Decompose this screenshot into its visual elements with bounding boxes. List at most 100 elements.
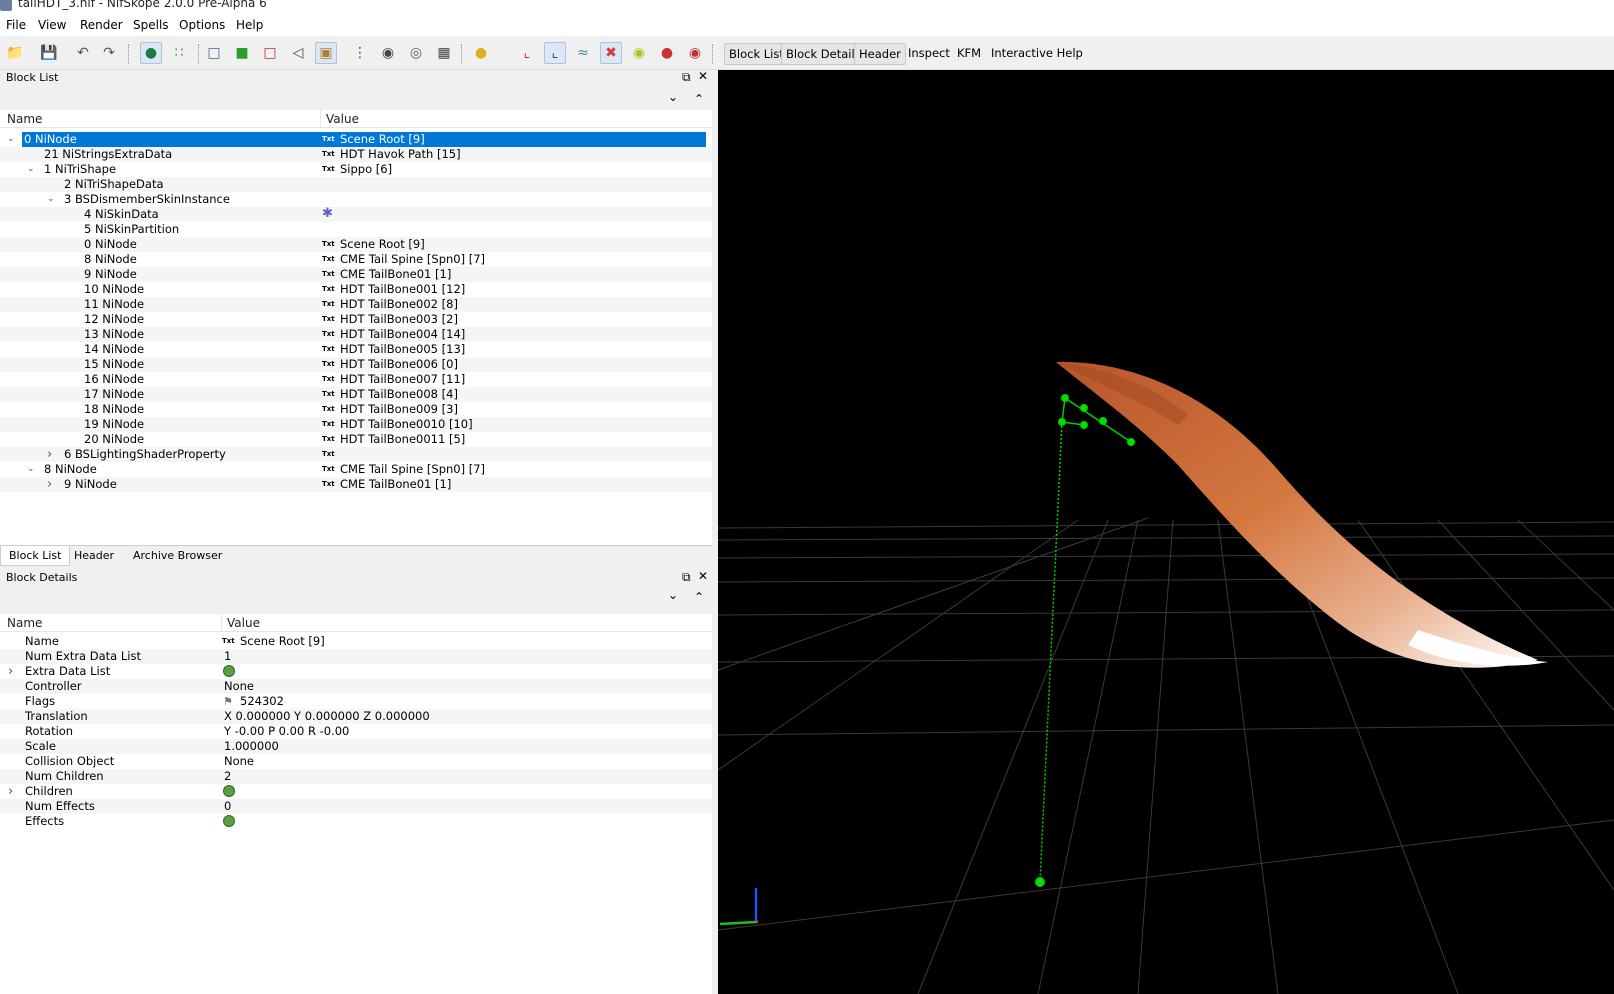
detail-row[interactable]: Scale 1.000000	[0, 739, 712, 754]
block-list-row[interactable]: 9 NiNode Txt CME TailBone01 [1]	[0, 267, 712, 282]
link-icon[interactable]	[223, 785, 235, 797]
expand-all-icon[interactable]: ⌄	[668, 90, 678, 104]
detail-value[interactable]: 2	[224, 769, 231, 784]
block-list-row[interactable]: ⌄ 0 NiNode Txt Scene Root [9]	[0, 132, 712, 147]
nodes-icon[interactable]: ⌞	[544, 42, 566, 64]
block-list-row[interactable]: 13 NiNode Txt HDT TailBone004 [14]	[0, 327, 712, 342]
detail-row[interactable]: Effects	[0, 814, 712, 829]
block-list-row[interactable]: 4 NiSkinData ✱	[0, 206, 712, 222]
close-icon[interactable]: ✕	[698, 569, 708, 583]
globe-icon[interactable]: ●	[140, 42, 162, 64]
block-list-row[interactable]: 20 NiNode Txt HDT TailBone0011 [5]	[0, 432, 712, 447]
menu-options[interactable]: Options	[179, 18, 225, 32]
block-list-row[interactable]: 0 NiNode Txt Scene Root [9]	[0, 237, 712, 252]
detail-value[interactable]: None	[224, 754, 254, 769]
toolbar-inspect-button[interactable]: Inspect	[904, 43, 954, 65]
expand-arrow-icon[interactable]: ›	[47, 447, 52, 462]
open-icon[interactable]: 📁	[4, 42, 26, 64]
detail-row[interactable]: Num Children 2	[0, 769, 712, 784]
detail-row[interactable]: Num Effects 0	[0, 799, 712, 814]
block-list-row[interactable]: 10 NiNode Txt HDT TailBone001 [12]	[0, 282, 712, 297]
skeleton-icon[interactable]: ≈	[572, 42, 594, 64]
block-list-row[interactable]: ⌄ 8 NiNode Txt CME Tail Spine [Spn0] [7]	[0, 462, 712, 477]
axes-icon[interactable]: ⌞	[516, 42, 538, 64]
block-list-row[interactable]: 17 NiNode Txt HDT TailBone008 [4]	[0, 387, 712, 402]
detail-row[interactable]: Translation X 0.000000 Y 0.000000 Z 0.000…	[0, 709, 712, 724]
render-viewport[interactable]	[718, 70, 1614, 994]
block-list-row[interactable]: 14 NiNode Txt HDT TailBone005 [13]	[0, 342, 712, 357]
expand-all-icon[interactable]: ⌄	[668, 588, 678, 602]
save-icon[interactable]: 💾	[38, 42, 60, 64]
cube-icon[interactable]: ▣	[315, 42, 337, 64]
screenshot-icon[interactable]: ▦	[433, 42, 455, 64]
block-list-row[interactable]: › 6 BSLightingShaderProperty Txt	[0, 447, 712, 462]
detail-value[interactable]: None	[224, 679, 254, 694]
select-icon[interactable]: ∷	[168, 42, 190, 64]
collapse-arrow-icon[interactable]: ⌄	[7, 132, 15, 147]
float-icon[interactable]: ⧉	[682, 570, 691, 585]
detail-value[interactable]: Y -0.00 P 0.00 R -0.00	[224, 724, 349, 739]
detail-row[interactable]: Flags ⚑ 524302	[0, 694, 712, 709]
float-icon[interactable]: ⧉	[682, 70, 691, 85]
toolbar-kfm-button[interactable]: KFM	[953, 43, 985, 65]
view-top-icon[interactable]: ■	[231, 42, 253, 64]
collapse-all-icon[interactable]: ⌃	[694, 590, 704, 604]
menu-file[interactable]: File	[6, 18, 26, 32]
collapse-arrow-icon[interactable]: ⌄	[47, 192, 55, 207]
expand-arrow-icon[interactable]: ›	[8, 664, 13, 679]
menu-render[interactable]: Render	[80, 18, 123, 32]
block-list-row[interactable]: 8 NiNode Txt CME Tail Spine [Spn0] [7]	[0, 252, 712, 267]
detail-value[interactable]: 0	[224, 799, 231, 814]
tab-header[interactable]: Header	[66, 546, 122, 566]
collapse-all-icon[interactable]: ⌃	[694, 92, 704, 106]
collapse-arrow-icon[interactable]: ⌄	[27, 462, 35, 477]
block-list-row[interactable]: ⌄ 3 BSDismemberSkinInstance	[0, 192, 712, 207]
flip-icon[interactable]: ◁	[287, 42, 309, 64]
detail-value[interactable]: 1.000000	[224, 739, 279, 754]
view-side-icon[interactable]: □	[259, 42, 281, 64]
detail-row[interactable]: › Extra Data List	[0, 664, 712, 679]
block-list-row[interactable]: 21 NiStringsExtraData Txt HDT Havok Path […	[0, 147, 712, 162]
toolbar-block-list-button[interactable]: Block List	[724, 43, 789, 65]
block-list-row[interactable]: › 9 NiNode Txt CME TailBone01 [1]	[0, 477, 712, 492]
toolbar-interactive-help-button[interactable]: Interactive Help	[987, 43, 1087, 65]
block-list-row[interactable]: 12 NiNode Txt HDT TailBone003 [2]	[0, 312, 712, 327]
detail-row[interactable]: Collision Object None	[0, 754, 712, 769]
tab-block-list[interactable]: Block List	[0, 546, 71, 566]
block-list-row[interactable]: 2 NiTriShapeData	[0, 177, 712, 192]
block-list-row[interactable]: 11 NiNode Txt HDT TailBone002 [8]	[0, 297, 712, 312]
block-list-row[interactable]: 5 NiSkinPartition	[0, 222, 712, 237]
detail-row[interactable]: Rotation Y -0.00 P 0.00 R -0.00	[0, 724, 712, 739]
marker-icon[interactable]: ●	[656, 42, 678, 64]
block-list-row[interactable]: ⌄ 1 NiTriShape Txt Sippo [6]	[0, 162, 712, 177]
detail-row[interactable]: Controller None	[0, 679, 712, 694]
expand-arrow-icon[interactable]: ›	[8, 784, 13, 799]
lightbulb-icon[interactable]: ●	[470, 42, 492, 64]
detail-value[interactable]: Scene Root [9]	[240, 634, 325, 649]
block-list-row[interactable]: 18 NiNode Txt HDT TailBone009 [3]	[0, 402, 712, 417]
undo-icon[interactable]: ↶	[72, 42, 94, 64]
menu-help[interactable]: Help	[236, 18, 263, 32]
block-list-row[interactable]: 19 NiNode Txt HDT TailBone0010 [10]	[0, 417, 712, 432]
constraint-icon[interactable]: ◉	[628, 42, 650, 64]
link-icon[interactable]	[223, 665, 235, 677]
hidden-eye-icon[interactable]: ◉	[684, 42, 706, 64]
toolbar-block-details-button[interactable]: Block Details	[781, 43, 866, 65]
collapse-arrow-icon[interactable]: ⌄	[27, 162, 35, 177]
view-front-icon[interactable]: □	[203, 42, 225, 64]
detail-value[interactable]: 524302	[240, 694, 284, 709]
eye-hidden-icon[interactable]: ◎	[405, 42, 427, 64]
walk-icon[interactable]: ⋮	[349, 42, 371, 64]
havok-icon[interactable]: ✖	[600, 42, 622, 64]
detail-value[interactable]: 1	[224, 649, 231, 664]
detail-row[interactable]: Name Txt Scene Root [9]	[0, 634, 712, 649]
menu-view[interactable]: View	[38, 18, 66, 32]
eye-icon[interactable]: ◉	[377, 42, 399, 64]
detail-row[interactable]: › Children	[0, 784, 712, 799]
block-list-row[interactable]: 16 NiNode Txt HDT TailBone007 [11]	[0, 372, 712, 387]
redo-icon[interactable]: ↷	[98, 42, 120, 64]
detail-value[interactable]: X 0.000000 Y 0.000000 Z 0.000000	[224, 709, 430, 724]
tab-archive-browser[interactable]: Archive Browser	[125, 546, 230, 566]
expand-arrow-icon[interactable]: ›	[47, 477, 52, 492]
menu-spells[interactable]: Spells	[133, 18, 169, 32]
